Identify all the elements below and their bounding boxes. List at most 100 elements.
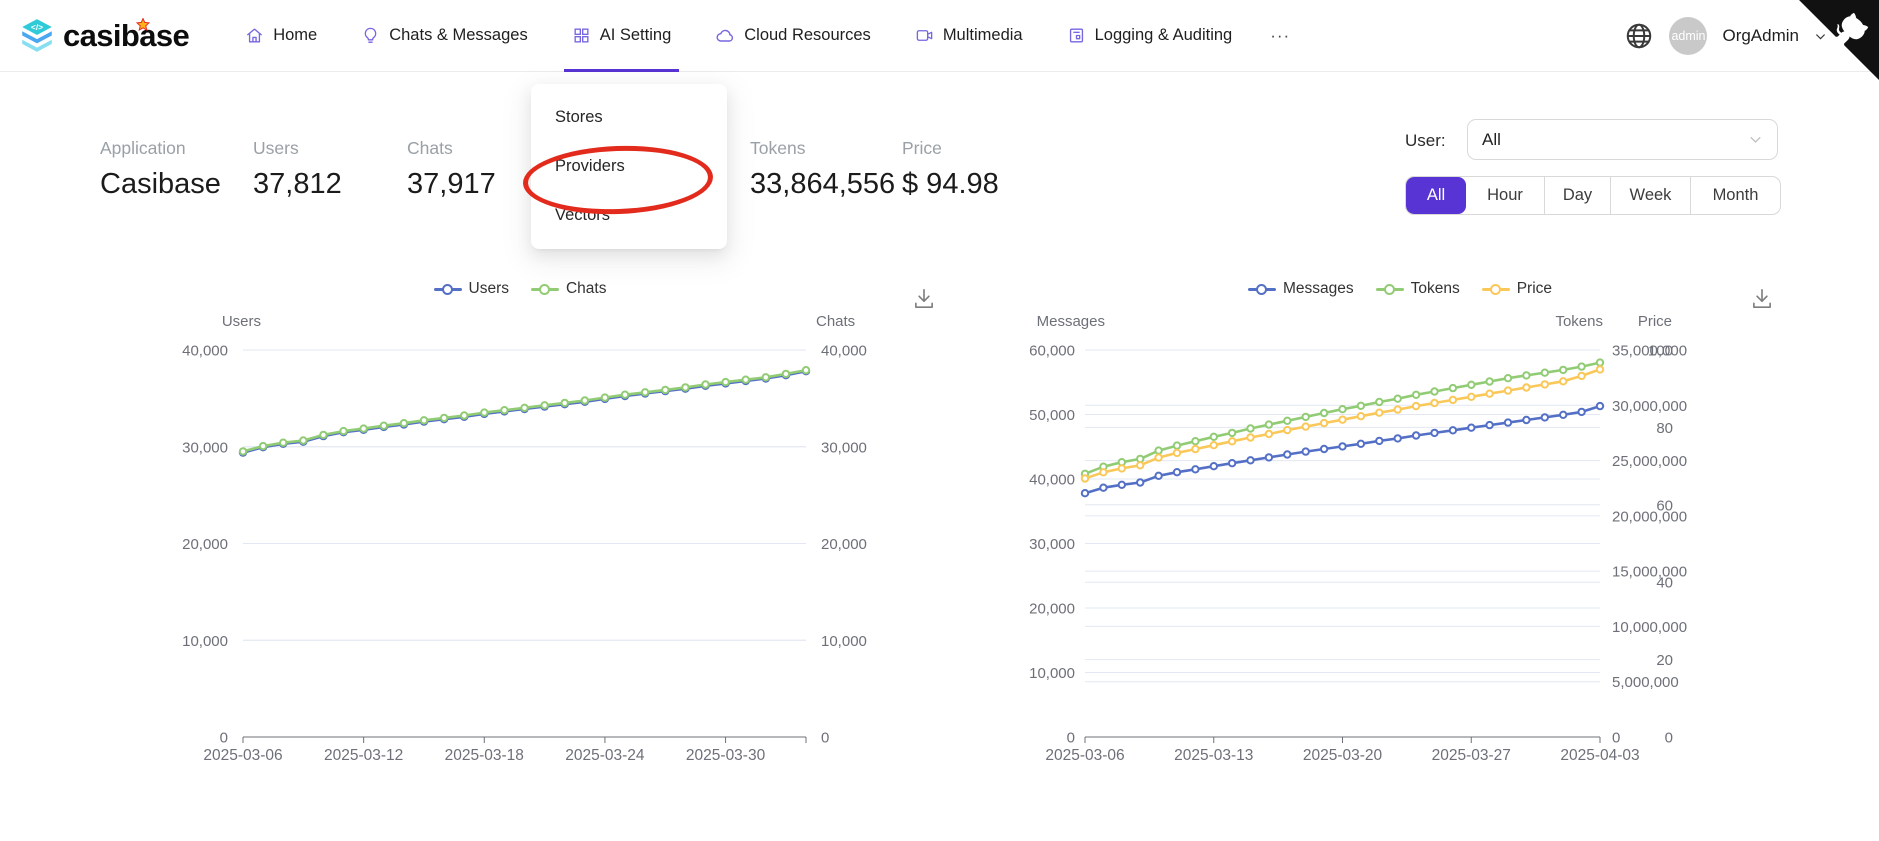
data-point xyxy=(1303,448,1309,454)
data-point xyxy=(1192,446,1198,452)
data-point xyxy=(1229,438,1235,444)
dropdown-item-providers[interactable]: Providers xyxy=(531,142,727,191)
data-point xyxy=(340,428,346,434)
data-point xyxy=(1578,409,1584,415)
data-point xyxy=(401,420,407,426)
data-point xyxy=(1597,403,1603,409)
y-tick-label: 50,000 xyxy=(1029,407,1075,424)
data-point xyxy=(1100,469,1106,475)
data-point xyxy=(1358,441,1364,447)
data-point xyxy=(1578,363,1584,369)
data-point xyxy=(1192,438,1198,444)
y-tick-label: 20,000 xyxy=(182,536,228,553)
y-tick-label: 60,000 xyxy=(1029,343,1075,360)
data-point xyxy=(1505,419,1511,425)
data-point xyxy=(481,409,487,415)
data-point xyxy=(1395,396,1401,402)
y-tick-label: 10,000 xyxy=(821,633,867,650)
y-tick-label: 30,000 xyxy=(1029,536,1075,553)
avatar[interactable]: admin xyxy=(1669,17,1707,55)
data-point xyxy=(1211,442,1217,448)
data-point xyxy=(1358,413,1364,419)
data-point xyxy=(1376,410,1382,416)
data-point xyxy=(521,405,527,411)
data-point xyxy=(1505,375,1511,381)
data-point xyxy=(260,443,266,449)
stat-users: Users 37,812 xyxy=(253,138,342,201)
y-tick-label: 60 xyxy=(1656,497,1673,514)
audit-icon xyxy=(1067,26,1086,45)
data-point xyxy=(1321,420,1327,426)
data-point xyxy=(1284,451,1290,457)
github-corner-ribbon[interactable] xyxy=(1799,0,1879,80)
y-tick-label: 40,000 xyxy=(1029,472,1075,489)
stat-chats: Chats 37,917 xyxy=(407,138,496,201)
nav-item-label: Multimedia xyxy=(943,26,1023,45)
x-tick-label: 2025-04-03 xyxy=(1560,747,1639,764)
x-tick-label: 2025-03-18 xyxy=(445,747,524,764)
range-button-month[interactable]: Month xyxy=(1690,177,1780,214)
nav-item-label: Logging & Auditing xyxy=(1095,26,1233,45)
data-point xyxy=(381,423,387,429)
dropdown-item-vectors[interactable]: Vectors xyxy=(531,191,727,240)
axis-name-users: Users xyxy=(222,313,261,330)
nav-item-chats-messages[interactable]: Chats & Messages xyxy=(339,0,549,72)
range-button-hour[interactable]: Hour xyxy=(1466,177,1544,214)
data-point xyxy=(682,384,688,390)
data-point xyxy=(1560,367,1566,373)
stat-value: 37,917 xyxy=(407,168,496,201)
range-button-all[interactable]: All xyxy=(1406,177,1466,214)
x-tick-label: 2025-03-13 xyxy=(1174,747,1253,764)
chart-right-canvas: 60,00050,00040,00030,00020,00010,0000Mes… xyxy=(945,268,1855,768)
data-point xyxy=(1137,479,1143,485)
ai-setting-dropdown: Stores Providers Vectors xyxy=(531,84,727,249)
nav-item-home[interactable]: Home xyxy=(223,0,339,72)
x-tick-label: 2025-03-27 xyxy=(1432,747,1511,764)
brand-name: casibase xyxy=(63,18,189,54)
y-tick-label: 10,000 xyxy=(1029,665,1075,682)
dropdown-item-stores[interactable]: Stores xyxy=(531,93,727,142)
data-point xyxy=(1376,438,1382,444)
nav-item-cloud-resources[interactable]: Cloud Resources xyxy=(693,0,893,72)
range-button-day[interactable]: Day xyxy=(1544,177,1610,214)
data-point xyxy=(1303,423,1309,429)
range-button-week[interactable]: Week xyxy=(1610,177,1690,214)
user-select[interactable]: All xyxy=(1467,119,1778,160)
video-icon xyxy=(915,26,934,45)
user-filter-label: User: xyxy=(1405,131,1446,151)
data-point xyxy=(1413,392,1419,398)
language-globe-icon[interactable] xyxy=(1624,21,1654,51)
data-point xyxy=(743,377,749,383)
navbar-right: admin OrgAdmin xyxy=(1624,0,1827,72)
data-point xyxy=(562,400,568,406)
stat-value: $ 94.98 xyxy=(902,168,999,201)
y-tick-label: 15,000,000 xyxy=(1612,564,1687,581)
data-point xyxy=(1339,406,1345,412)
nav-item-ai-setting[interactable]: AI Setting xyxy=(550,0,694,72)
data-point xyxy=(642,389,648,395)
data-point xyxy=(280,440,286,446)
data-point xyxy=(1413,432,1419,438)
y-tick-label: 40,000 xyxy=(821,343,867,360)
data-point xyxy=(1597,366,1603,372)
nav-item-logging-auditing[interactable]: Logging & Auditing xyxy=(1045,0,1255,72)
data-point xyxy=(722,379,728,385)
data-point xyxy=(1542,414,1548,420)
data-point xyxy=(1523,417,1529,423)
nav-more-button[interactable]: ··· xyxy=(1254,0,1306,72)
stat-label: Chats xyxy=(407,138,496,159)
data-point xyxy=(1284,427,1290,433)
data-point xyxy=(1450,385,1456,391)
data-point xyxy=(461,412,467,418)
data-point xyxy=(441,415,447,421)
data-point xyxy=(501,407,507,413)
y-tick-label: 30,000,000 xyxy=(1612,398,1687,415)
brand-logo[interactable]: </> casibase xyxy=(18,17,189,55)
org-admin-menu[interactable]: OrgAdmin xyxy=(1722,26,1799,46)
home-icon xyxy=(245,26,264,45)
nav-item-label: Chats & Messages xyxy=(389,26,527,45)
data-point xyxy=(1542,370,1548,376)
stat-label: Users xyxy=(253,138,342,159)
y-tick-label: 100 xyxy=(1648,343,1673,360)
nav-item-multimedia[interactable]: Multimedia xyxy=(893,0,1045,72)
